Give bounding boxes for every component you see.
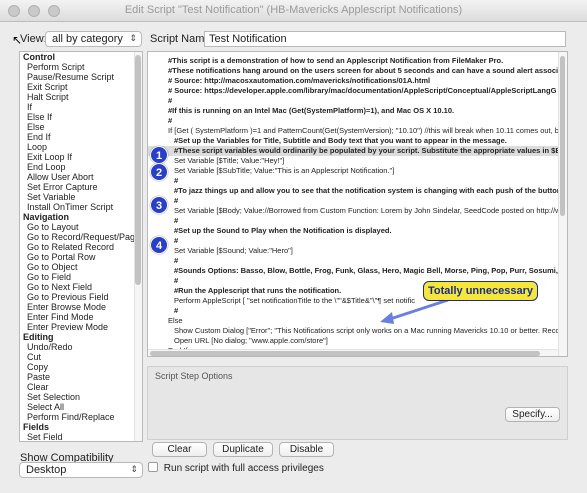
clear-button[interactable]: Clear <box>152 442 207 457</box>
duplicate-button[interactable]: Duplicate <box>213 442 273 457</box>
full-access-privileges-option[interactable]: Run script with full access privileges <box>148 462 324 474</box>
script-step-options-label: Script Step Options <box>155 371 233 381</box>
disable-button[interactable]: Disable <box>279 442 334 457</box>
callout-label: Totally unnecessary <box>423 281 538 301</box>
specify-button[interactable]: Specify... <box>505 407 560 422</box>
full-access-checkbox[interactable] <box>148 462 158 472</box>
full-access-label: Run script with full access privileges <box>163 463 324 474</box>
